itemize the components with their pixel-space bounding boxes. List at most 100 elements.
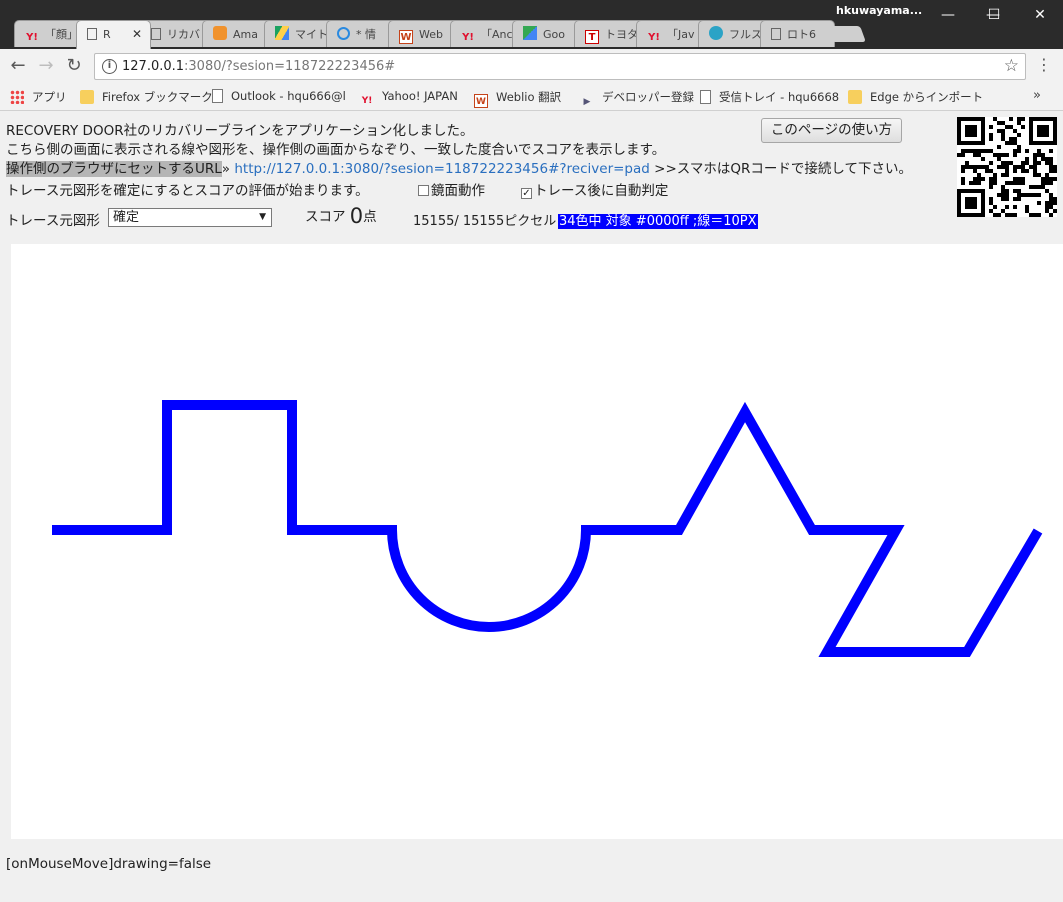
- yahoo-icon: Y!: [462, 32, 474, 43]
- howto-button[interactable]: このページの使い方: [761, 118, 902, 143]
- menu-icon[interactable]: ⋮: [1036, 55, 1052, 74]
- browser-toolbar: ← → ↻ i 127.0.0.1:3080/?sesion=118722223…: [0, 49, 1063, 84]
- tab-strip: Y! 「顔」 R ✕ リカバ Ama マイト * 情 W Web Y! 「Anc Goo…: [8, 20, 868, 49]
- tab-label: 「Anc: [481, 28, 513, 41]
- page-icon: [87, 28, 97, 40]
- tab-label: マイト: [295, 28, 328, 41]
- user-name: hkuwayama...: [836, 4, 923, 17]
- bookmark-yahoo[interactable]: Y! Yahoo! JAPAN: [360, 89, 458, 108]
- maximize-icon[interactable]: ☐: [971, 0, 1017, 30]
- bookmark-label: Weblio 翻訳: [496, 90, 562, 104]
- bookmark-weblio[interactable]: W Weblio 翻訳: [474, 89, 561, 108]
- status-line: [onMouseMove]drawing=false: [6, 856, 212, 872]
- tab-label: 「Jav: [667, 28, 695, 41]
- page-icon: [700, 90, 711, 104]
- score-label: スコア: [305, 209, 346, 225]
- new-tab-button[interactable]: [826, 26, 866, 42]
- developer-icon: ▶: [583, 97, 591, 107]
- yahoo-icon: Y!: [361, 96, 373, 106]
- bookmarks-bar: アプリ Firefox ブックマーク Outlook - hqu666@l Y!…: [0, 84, 1063, 111]
- minimize-icon[interactable]: —: [925, 0, 971, 30]
- tab-13[interactable]: ロト6: [760, 20, 835, 47]
- yahoo-icon: Y!: [648, 32, 660, 43]
- bookmark-outlook[interactable]: Outlook - hqu666@l: [212, 89, 346, 103]
- mirror-label: 鏡面動作: [431, 183, 485, 199]
- score-unit: 点: [363, 209, 377, 225]
- qr-code: [957, 117, 1057, 217]
- apps-grid-icon: [10, 90, 24, 104]
- bird-icon: [709, 26, 723, 40]
- reload-icon[interactable]: ↻: [62, 54, 86, 78]
- bookmark-label: アプリ: [32, 90, 67, 104]
- shape-label: トレース元図形: [6, 213, 100, 229]
- score-value: 0: [349, 204, 364, 228]
- page-content: RECOVERY DOOR社のリカバリーブラインをアプリケーション化しました。 …: [0, 112, 1063, 902]
- bookmark-label: Yahoo! JAPAN: [382, 89, 458, 103]
- intro-line-1: RECOVERY DOOR社のリカバリーブラインをアプリケーション化しました。: [6, 123, 474, 139]
- more-bookmarks-icon[interactable]: »: [1033, 88, 1041, 103]
- tab-label: フルス: [729, 28, 762, 41]
- url-row: 操作側のブラウザにセットするURL» http://127.0.0.1:3080…: [6, 157, 912, 177]
- close-window-icon[interactable]: ✕: [1017, 0, 1063, 30]
- tab-close-icon[interactable]: ✕: [132, 21, 142, 48]
- url-arrow: »: [221, 161, 231, 177]
- auto-judge-checkbox[interactable]: ✓: [521, 188, 532, 199]
- mirror-checkbox[interactable]: [418, 185, 429, 196]
- intro-line-2: こちら側の画面に表示される線や図形を、操作側の画面からなぞり、一致した度合いでス…: [6, 142, 666, 158]
- trace-shape-path: [52, 400, 1043, 657]
- bookmark-inbox[interactable]: 受信トレイ - hqu6668: [700, 89, 839, 105]
- tab-label: R: [103, 28, 111, 41]
- tab-label: Web: [419, 28, 443, 41]
- shape-select-value: 確定: [113, 210, 140, 225]
- url-path: :3080/?sesion=118722223456#: [184, 59, 396, 74]
- info-icon[interactable]: i: [102, 59, 117, 74]
- tab-label: Ama: [233, 28, 258, 41]
- forward-icon[interactable]: →: [34, 54, 58, 78]
- shape-select[interactable]: 確定 ▼: [108, 208, 272, 227]
- url-text[interactable]: 127.0.0.1:3080/?sesion=118722223456#: [122, 59, 395, 74]
- tab-label: Goo: [543, 28, 565, 41]
- receiver-url-link[interactable]: http://127.0.0.1:3080/?sesion=1187222234…: [234, 161, 649, 177]
- weblio-icon: W: [399, 30, 413, 44]
- amazon-icon: [213, 26, 227, 40]
- auto-judge-label: トレース後に自動判定: [534, 183, 669, 199]
- clock-icon: [337, 27, 350, 40]
- page-icon: [212, 89, 223, 103]
- bookmark-label: デベロッパー登録: [602, 90, 694, 104]
- bookmark-apps[interactable]: アプリ: [10, 89, 67, 105]
- url-host: 127.0.0.1: [122, 59, 185, 74]
- bookmark-firefox[interactable]: Firefox ブックマーク: [80, 89, 213, 105]
- drive-icon: [275, 26, 289, 40]
- back-icon[interactable]: ←: [6, 54, 30, 78]
- mirror-option[interactable]: 鏡面動作: [418, 179, 485, 199]
- url-note: >>スマホはQRコードで接続して下さい。: [654, 161, 912, 177]
- trace-canvas[interactable]: [11, 244, 1063, 839]
- maps-icon: [523, 26, 537, 40]
- address-bar[interactable]: i 127.0.0.1:3080/?sesion=118722223456# ☆: [94, 53, 1026, 80]
- color-info: 34色中 対象 #0000ff ;線＝10PX: [558, 214, 758, 229]
- bookmark-developer[interactable]: ▶ デベロッパー登録: [580, 89, 694, 109]
- folder-icon: [80, 90, 94, 104]
- tab-label: ロト6: [787, 28, 816, 41]
- tab-label: 「顔」: [45, 28, 78, 41]
- bookmark-label: Edge からインポート: [870, 90, 984, 104]
- bookmark-label: 受信トレイ - hqu6668: [719, 90, 840, 104]
- color-info-badge: 34色中 対象 #0000ff ;線＝10PX: [558, 210, 758, 229]
- dropdown-arrow-icon: ▼: [259, 212, 266, 222]
- trace-note: トレース元図形を確定にするとスコアの評価が始まります。: [6, 183, 369, 199]
- auto-judge-option[interactable]: ✓ トレース後に自動判定: [521, 179, 668, 199]
- folder-icon: [848, 90, 862, 104]
- bookmark-label: Firefox ブックマーク: [102, 90, 213, 104]
- tab-label: トヨタ: [605, 28, 638, 41]
- weblio-icon: W: [474, 94, 488, 108]
- bookmark-star-icon[interactable]: ☆: [1004, 56, 1019, 76]
- tab-label: リカバ: [167, 28, 200, 41]
- tab-label: * 情: [356, 28, 376, 41]
- bookmark-label: Outlook - hqu666@l: [231, 89, 346, 103]
- score: スコア 0点: [305, 204, 377, 228]
- tab-active[interactable]: R ✕: [76, 20, 151, 49]
- pixel-count: 15155/ 15155ピクセル: [413, 214, 557, 229]
- page-icon: [151, 28, 161, 40]
- yahoo-icon: Y!: [26, 32, 38, 43]
- bookmark-edge[interactable]: Edge からインポート: [848, 89, 983, 105]
